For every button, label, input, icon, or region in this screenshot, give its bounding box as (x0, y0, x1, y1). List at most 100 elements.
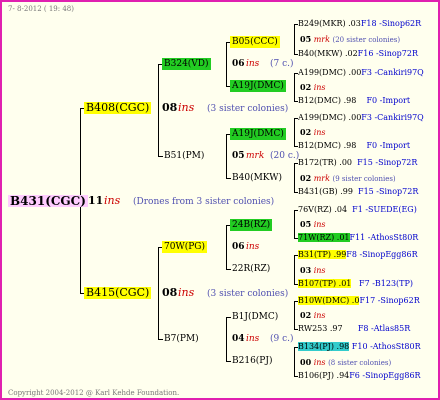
gen4-ins-label: ins (313, 128, 326, 137)
gen1-gen-number: 08 (162, 286, 178, 299)
gen1-ins-label: ins (178, 101, 195, 114)
gen4-drone-line[interactable]: B106(PJ) .94F6 -SinopEgg86R (298, 370, 421, 382)
connector (294, 301, 295, 330)
gen4-queen-line[interactable]: B31(TP) .99F8 -SinopEgg86R (298, 249, 418, 261)
gen4-drone: B12(DMC) .98 (298, 96, 357, 105)
gen4-gen-number: 05 (300, 34, 312, 44)
gen4-drone-line[interactable]: B12(DMC) .98 F0 -Import (298, 140, 410, 152)
gen4-mid-line: 02 ins (300, 126, 326, 139)
gen4-queen-line[interactable]: B249(MKR) .03F18 -Sinop62R (298, 18, 421, 30)
gen3-sister-note: (7 c.) (270, 59, 294, 69)
gen3-drone[interactable]: 22R(RZ) (230, 263, 272, 275)
gen3-gen-number: 04 (232, 334, 245, 344)
gen4-queen-ref: F10 -AthosSt80R (351, 342, 421, 351)
gen1-queen-b415[interactable]: B415(CGC) (84, 287, 152, 299)
gen4-ins-label: mrk (313, 35, 330, 44)
connector (226, 134, 227, 179)
gen4-gen-number: 05 (300, 219, 312, 229)
gen4-drone-line[interactable]: RW253 .97 F8 -Atlas85R (298, 323, 410, 335)
gen4-drone-line[interactable]: B12(DMC) .98 F0 -Import (298, 95, 410, 107)
gen4-drone-ref: F8 -Atlas85R (357, 324, 411, 333)
gen4-queen: B172(TR) .00 (298, 158, 353, 167)
root-queen[interactable]: B431(CGC) (8, 195, 88, 207)
root-gen-number: 11 (88, 194, 104, 207)
pedigree-frame: 7- 8-2012 ( 19: 48) Copyright 2004-2012 … (0, 0, 440, 400)
gen4-queen: A199(DMC) .00 (298, 113, 362, 122)
gen3-ins-label: ins (246, 242, 260, 252)
connector (294, 24, 295, 55)
gen2-drone[interactable]: B51(PM) (162, 150, 206, 162)
gen4-drone-ref: F7 -B123(TP) (359, 279, 414, 288)
gen4-ins-label: mrk (313, 174, 330, 183)
gen4-queen: B134(PJ) .98 (298, 342, 350, 351)
gen4-drone: B12(DMC) .98 (298, 141, 357, 150)
gen4-gen-number: 02 (300, 127, 312, 137)
gen4-drone-ref: F0 -Import (366, 141, 411, 150)
gen4-mid-line: 05 mrk (20 sister colonies) (300, 33, 400, 46)
gen4-queen-line[interactable]: B134(PJ) .98 F10 -AthosSt80R (298, 341, 421, 353)
gen3-drone[interactable]: A19J(DMC) (230, 80, 286, 92)
gen4-drone: B40(MKW) .02 (298, 49, 358, 58)
gen3-gen-number: 05 (232, 151, 245, 161)
gen4-drone: B107(TP) .01 (298, 279, 352, 288)
connector (294, 210, 295, 239)
gen4-drone-line[interactable]: 71W(RZ) .01F11 -AthosSt80R (298, 232, 418, 244)
gen3-ins-label: ins (246, 59, 260, 69)
gen3-ins-label: mrk (246, 151, 265, 161)
gen4-queen: B31(TP) .99 (298, 250, 347, 259)
root-drones-note: (Drones from 3 sister colonies) (133, 197, 275, 207)
gen4-drone: B431(GB) .99 (298, 187, 353, 196)
gen4-gen-number: 02 (300, 173, 312, 183)
gen3-gen-number: 06 (232, 242, 245, 252)
gen1-ins-label: ins (178, 286, 195, 299)
gen4-queen-line[interactable]: B172(TR) .00 F15 -Sinop72R (298, 157, 417, 169)
gen3-drone[interactable]: B216(PJ) (230, 355, 274, 367)
copyright: Copyright 2004-2012 @ Karl Kehde Foundat… (8, 389, 180, 397)
gen4-sister-note: (9 sister colonies) (332, 175, 396, 183)
gen4-drone-line[interactable]: B107(TP) .01 F7 -B123(TP) (298, 278, 413, 290)
gen4-ins-label: ins (313, 311, 326, 320)
gen4-queen-ref: F15 -Sinop72R (357, 158, 418, 167)
gen4-queen-line[interactable]: A199(DMC) .00F3 -Cankiri97Q (298, 67, 424, 79)
gen4-gen-number: 02 (300, 82, 312, 92)
connector (226, 317, 227, 362)
connector (294, 255, 295, 285)
connector (226, 42, 227, 87)
gen4-gen-number: 00 (300, 357, 312, 367)
gen4-drone-line[interactable]: B40(MKW) .02F16 -Sinop72R (298, 48, 418, 60)
connector (226, 225, 227, 270)
gen2-drone[interactable]: B7(PM) (162, 333, 201, 345)
gen4-drone-ref: F15 -Sinop72R (358, 187, 419, 196)
gen3-ins-label: ins (246, 334, 260, 344)
gen4-drone-line[interactable]: B431(GB) .99 F15 -Sinop72R (298, 186, 418, 198)
gen4-mid-line: 02 ins (300, 81, 326, 94)
gen4-queen-line[interactable]: 76V(RZ) .04 F1 -SUEDE(EG) (298, 204, 417, 216)
gen3-queen[interactable]: 24B(RZ) (230, 219, 273, 231)
gen4-queen-ref: F18 -Sinop62R (360, 19, 422, 28)
gen4-drone-ref: F0 -Import (366, 96, 411, 105)
gen2-queen[interactable]: 70W(PG) (162, 241, 207, 253)
gen4-queen-line[interactable]: B10W(DMC) .0F17 -Sinop62R (298, 295, 420, 307)
gen3-queen[interactable]: B1J(DMC) (230, 311, 280, 323)
root-ins-label: ins (104, 194, 121, 207)
gen1-sister-note: (3 sister colonies) (207, 104, 289, 114)
connector (294, 73, 295, 102)
gen4-queen-ref: F3 -Cankiri97Q (361, 113, 424, 122)
gen4-drone: 71W(RZ) .01 (298, 233, 350, 242)
gen4-queen-line[interactable]: A199(DMC) .00F3 -Cankiri97Q (298, 112, 424, 124)
date-stamp: 7- 8-2012 ( 19: 48) (8, 5, 74, 13)
gen1-queen-b408[interactable]: B408(CGC) (84, 102, 152, 114)
gen4-drone: RW253 .97 (298, 324, 343, 333)
gen4-mid-line: 00 ins (8 sister colonies) (300, 356, 391, 369)
gen3-drone[interactable]: B40(MKW) (230, 172, 284, 184)
gen3-sister-note: (9 c.) (270, 334, 294, 344)
gen3-queen[interactable]: A19J(DMC) (230, 128, 286, 140)
gen2-queen[interactable]: B324(VD) (162, 58, 211, 70)
connector (158, 64, 159, 157)
gen4-sister-note: (20 sister colonies) (332, 36, 401, 44)
gen4-ins-label: ins (313, 266, 326, 275)
connector (294, 118, 295, 147)
gen3-queen[interactable]: B05(CCC) (230, 36, 280, 48)
gen4-drone-ref: F16 -Sinop72R (357, 49, 418, 58)
gen4-sister-note: (8 sister colonies) (328, 359, 392, 367)
